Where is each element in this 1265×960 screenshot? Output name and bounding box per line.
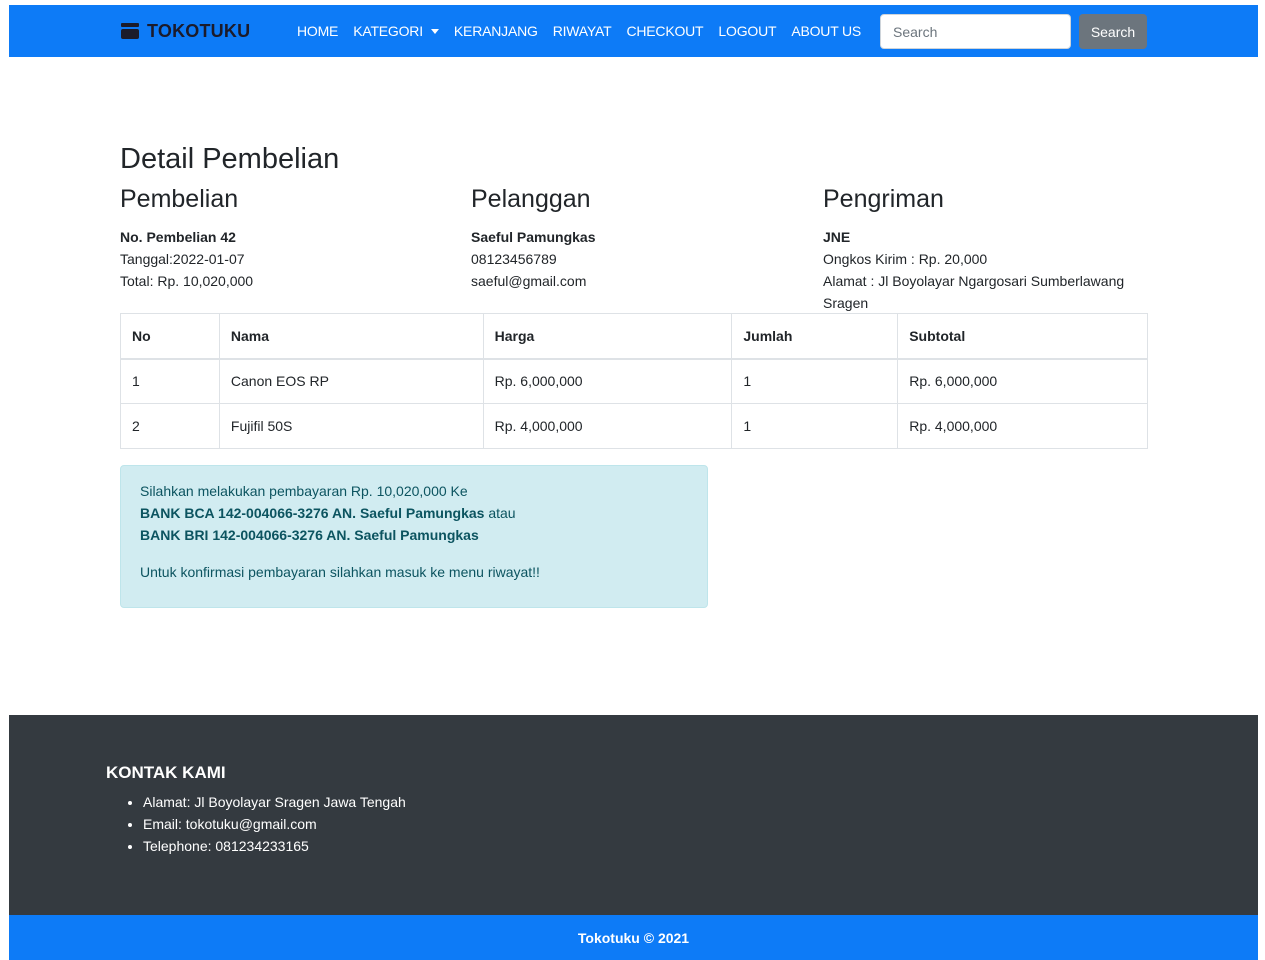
cell-harga: Rp. 6,000,000 [482,358,733,404]
header-nama: Nama [218,313,484,360]
cell-subtotal: Rp. 4,000,000 [897,403,1148,449]
pelanggan-section: Pelanggan Saeful Pamungkas 08123456789 s… [471,185,801,292]
contact-phone: Telephone: 081234233165 [143,835,406,857]
bank-bri-account: BANK BRI 142-004066-3276 AN. Saeful Pamu… [140,527,479,543]
courier-name: JNE [823,229,851,245]
shipping-address: Alamat : Jl Boyolayar Ngargosari Sumberl… [823,273,1125,311]
purchase-number: No. Pembelian 42 [120,229,236,245]
pembelian-heading: Pembelian [120,185,239,213]
header-harga: Harga [482,313,733,360]
nav-menu: HOME KATEGORI KERANJANG RIWAYAT CHECKOUT… [297,5,876,57]
cell-no: 1 [120,358,220,404]
pengiriman-heading: Pengriman [823,185,944,213]
table-row: 1 Canon EOS RP Rp. 6,000,000 1 Rp. 6,000… [120,358,1148,404]
cell-no: 2 [120,403,220,449]
copyright-bar: Tokotuku © 2021 [9,915,1258,960]
customer-phone: 08123456789 [471,251,557,267]
pembelian-section: Pembelian No. Pembelian 42 Tanggal:2022-… [120,185,450,292]
navbar: TOKOTUKU HOME KATEGORI KERANJANG RIWAYAT… [9,5,1258,57]
header-no: No [120,313,220,360]
contact-email: Email: tokotuku@gmail.com [143,813,406,835]
nav-kategori-label: KATEGORI [353,23,423,39]
nav-riwayat[interactable]: RIWAYAT [553,23,612,39]
footer-heading: KONTAK KAMI [106,763,226,782]
shipping-cost: Ongkos Kirim : Rp. 20,000 [823,251,988,267]
table-header-row: No Nama Harga Jumlah Subtotal [120,313,1148,360]
cell-nama: Fujifil 50S [218,403,484,449]
nav-kategori[interactable]: KATEGORI [353,23,439,39]
order-items-table: No Nama Harga Jumlah Subtotal 1 Canon EO… [120,313,1148,449]
bank-bca-account: BANK BCA 142-004066-3276 AN. Saeful Pamu… [140,505,485,521]
table-row: 2 Fujifil 50S Rp. 4,000,000 1 Rp. 4,000,… [120,403,1148,449]
nav-logout[interactable]: LOGOUT [718,23,776,39]
cell-harga: Rp. 4,000,000 [482,403,733,449]
nav-home[interactable]: HOME [297,23,338,39]
confirmation-note: Untuk konfirmasi pembayaran silahkan mas… [140,564,540,580]
cell-nama: Canon EOS RP [218,358,484,404]
payment-instruction: Silahkan melakukan pembayaran Rp. 10,020… [140,483,468,499]
footer: KONTAK KAMI Alamat: Jl Boyolayar Sragen … [9,715,1258,915]
cell-subtotal: Rp. 6,000,000 [897,358,1148,404]
brand-name: TOKOTUKU [147,20,251,41]
customer-name: Saeful Pamungkas [471,229,596,245]
alert-or-text: atau [484,505,516,521]
contact-address: Alamat: Jl Boyolayar Sragen Jawa Tengah [143,791,406,813]
search-button[interactable]: Search [1079,14,1147,49]
nav-checkout[interactable]: CHECKOUT [626,23,703,39]
brand-logo[interactable]: TOKOTUKU [121,5,250,57]
caret-down-icon [430,28,439,34]
copyright-text: Tokotuku © 2021 [577,929,690,946]
page-frame: TOKOTUKU HOME KATEGORI KERANJANG RIWAYAT… [9,5,1258,960]
search-input[interactable] [880,14,1071,49]
cell-jumlah: 1 [731,358,899,404]
nav-about-us[interactable]: ABOUT US [791,23,861,39]
cell-jumlah: 1 [731,403,899,449]
header-jumlah: Jumlah [731,313,899,360]
purchase-date: Tanggal:2022-01-07 [120,251,245,267]
nav-keranjang[interactable]: KERANJANG [454,23,538,39]
store-icon [121,23,139,39]
contact-list: Alamat: Jl Boyolayar Sragen Jawa Tengah … [143,791,406,857]
payment-info-alert: Silahkan melakukan pembayaran Rp. 10,020… [120,465,708,608]
customer-email: saeful@gmail.com [471,273,587,289]
header-subtotal: Subtotal [897,313,1148,360]
pelanggan-heading: Pelanggan [471,185,591,213]
pengiriman-section: Pengriman JNE Ongkos Kirim : Rp. 20,000 … [823,185,1153,314]
purchase-total: Total: Rp. 10,020,000 [120,273,254,289]
page-title: Detail Pembelian [120,143,340,175]
